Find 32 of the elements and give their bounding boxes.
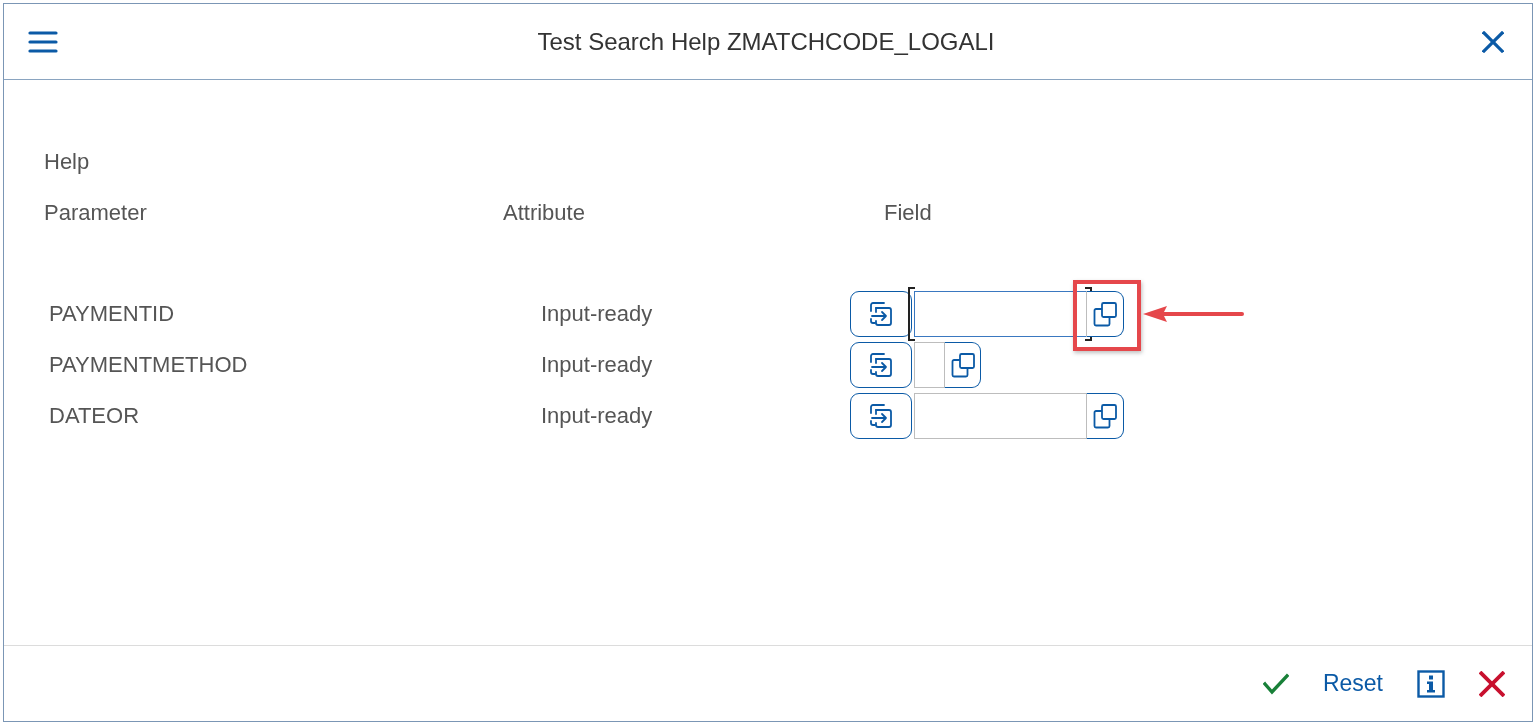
parameter-name: DATEOR [49,403,141,429]
parameter-name: PAYMENTID [49,301,176,327]
column-header: Attribute [503,200,586,226]
attribute-value: Input-ready [541,403,654,429]
overlapping-squares-icon [1092,301,1118,327]
input-field[interactable] [914,393,1086,439]
check-icon [1262,672,1289,695]
reset-button[interactable]: Reset [1316,663,1389,704]
value-help-button[interactable] [944,342,981,388]
overlapping-squares-icon [949,352,976,378]
input-field[interactable] [914,291,1086,337]
arrow-into-box-icon [867,300,895,328]
menu-icon [28,30,58,53]
column-header: Field [884,200,932,226]
close-icon [1482,30,1504,53]
column-header: Parameter [44,200,148,226]
section-label: Help [44,149,90,175]
close-icon [1479,670,1505,697]
value-help-button[interactable] [1086,291,1124,337]
dialog-title: Test Search Help ZMATCHCODE_LOGALI [537,27,995,56]
attribute-value: Input-ready [541,301,654,327]
value-help-button[interactable] [1086,393,1124,439]
overlapping-squares-icon [1092,403,1118,429]
input-field[interactable] [914,342,944,388]
transfer-button[interactable] [850,393,912,439]
transfer-button[interactable] [850,291,912,337]
info-icon [1417,669,1445,698]
parameter-name: PAYMENTMETHOD [49,352,249,378]
arrow-into-box-icon [867,402,895,430]
arrow-into-box-icon [867,351,895,379]
transfer-button[interactable] [850,342,912,388]
attribute-value: Input-ready [541,352,654,378]
